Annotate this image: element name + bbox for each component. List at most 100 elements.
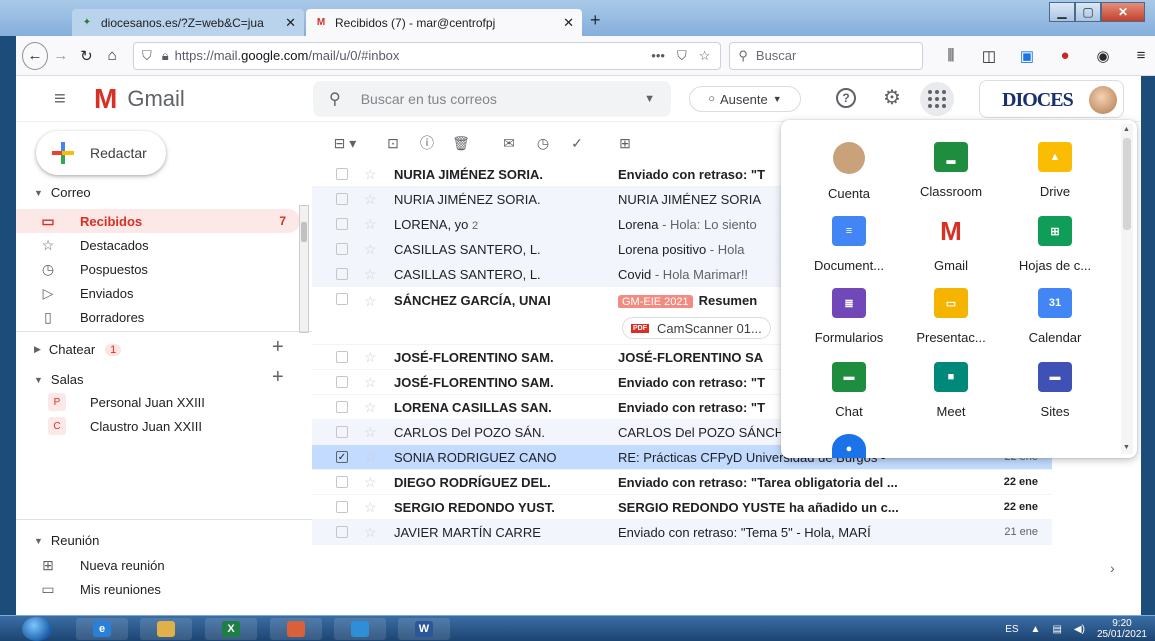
pocket-icon[interactable]: ⛉ [677,48,687,64]
search-options-icon[interactable]: ▼ [644,93,655,105]
attachment-chip[interactable]: PDF CamScanner 01... [622,317,771,339]
app-launcher-item[interactable]: ■ Meet [903,362,999,419]
email-label[interactable]: GM-EIE 2021 [618,295,693,308]
section-meet[interactable]: ▼ Reunión [34,533,99,548]
app-launcher-item[interactable]: ▬ Sites [1007,362,1103,419]
app-launcher-item[interactable]: ▭ Presentac... [903,288,999,345]
email-row[interactable]: ☆ SERGIO REDONDO YUST. SERGIO REDONDO YUS… [312,495,1052,520]
add-task-icon[interactable]: ✓ [560,135,594,152]
tab-gmail[interactable]: M Recibidos (7) - mar@centrofpj ✕ [306,9,582,36]
status-button[interactable]: ○ Ausente ▼ [689,86,801,112]
sidebar-scrollbar[interactable] [299,205,309,333]
explorer-icon[interactable] [140,618,192,640]
extension-icon[interactable]: ▣ [1013,42,1041,70]
new-meeting-item[interactable]: ⊞ Nueva reunión [16,553,300,577]
row-checkbox[interactable] [336,168,348,180]
close-tab-icon[interactable]: ✕ [279,15,296,31]
my-meetings-item[interactable]: ▭ Mis reuniones [16,577,300,601]
menu-icon[interactable]: ≡ [1127,42,1155,70]
star-icon[interactable]: ☆ [364,474,378,491]
report-spam-icon[interactable]: ⓘ [410,133,444,153]
tray-arrow-icon[interactable]: ▲ [1031,624,1041,635]
mail-search-input[interactable]: ⚲ Buscar en tus correos ▼ [313,81,671,117]
star-icon[interactable]: ☆ [364,449,378,466]
app-launcher-item[interactable]: ≣ Formularios [801,288,897,345]
app-launcher-item[interactable]: Cuenta [801,142,897,201]
app-launcher-item[interactable]: ▂ Classroom [903,142,999,199]
page-actions-icon[interactable]: ••• [651,48,665,64]
email-row[interactable]: ☆ DIEGO RODRÍGUEZ DEL. Enviado con retras… [312,470,1052,495]
section-chat[interactable]: ▶ Chatear 1 [34,342,122,357]
app-launcher-item[interactable]: ⊞ Hojas de c... [1007,216,1103,273]
library-icon[interactable]: ⫼ [937,42,965,70]
close-window-button[interactable]: ✕ [1101,2,1145,22]
popup-scrollbar[interactable]: ▲ ▼ [1121,124,1133,454]
star-icon[interactable]: ☆ [364,287,378,310]
google-apps-icon[interactable] [920,82,954,116]
sidebar-item-starred[interactable]: ☆ Destacados [16,233,300,257]
chevron-right-icon[interactable]: › [1110,560,1115,576]
sidebar-item-drafts[interactable]: ▯ Borradores [16,305,300,329]
row-checkbox[interactable] [336,243,348,255]
help-icon[interactable]: ? [836,88,856,108]
section-mail[interactable]: ▼ Correo [34,185,91,200]
search-icon[interactable]: ⚲ [329,89,341,109]
row-checkbox[interactable] [336,268,348,280]
row-checkbox[interactable] [336,218,348,230]
sidebar-item-inbox[interactable]: ▭ Recibidos 7 [16,209,300,233]
url-bar[interactable]: ⛉ 🔒︎ https://mail. google.com/mail/u/0/#i… [132,41,722,70]
compose-button[interactable]: Redactar [36,131,166,175]
back-button[interactable]: ← [22,41,48,70]
network-icon[interactable]: ▤ [1052,624,1061,635]
row-checkbox[interactable] [336,351,348,363]
sidebar-item-snoozed[interactable]: ◷ Pospuestos [16,257,300,281]
sidebar-toggle-icon[interactable]: ◫ [975,42,1003,70]
word-icon[interactable]: W [398,618,450,640]
move-to-icon[interactable]: ⊞ [608,135,642,152]
maximize-button[interactable]: ▢ [1075,2,1101,22]
section-rooms[interactable]: ▼ Salas [34,372,83,387]
star-icon[interactable]: ☆ [364,216,378,233]
room-item[interactable]: C Claustro Juan XXIII [16,414,300,438]
bookmark-star-icon[interactable]: ☆ [699,48,711,64]
account-icon[interactable]: ◉ [1089,42,1117,70]
app-launcher-item[interactable]: ▲ Drive [1007,142,1103,199]
sidebar-item-sent[interactable]: ▷ Enviados [16,281,300,305]
shield-icon[interactable]: ⛉ [142,48,152,64]
new-chat-button[interactable]: + [272,336,284,359]
room-item[interactable]: P Personal Juan XXIII [16,390,300,414]
language-indicator[interactable]: ES [1005,624,1018,635]
row-checkbox[interactable] [336,193,348,205]
row-checkbox[interactable] [336,376,348,388]
home-button[interactable]: ⌂ [99,42,125,70]
excel-icon[interactable]: X [205,618,257,640]
star-icon[interactable]: ☆ [364,374,378,391]
ie-icon[interactable]: e [76,618,128,640]
star-icon[interactable]: ☆ [364,399,378,416]
browser-search-field[interactable]: ⚲ Buscar [729,41,923,70]
star-icon[interactable]: ☆ [364,424,378,441]
star-icon[interactable]: ☆ [364,191,378,208]
star-icon[interactable]: ☆ [364,266,378,283]
tab-diocesanos[interactable]: ✦ diocesanos.es/?Z=web&C=jua ✕ [72,9,304,36]
app-launcher-item[interactable]: M Gmail [903,216,999,273]
account-switcher[interactable]: DIOCES [979,80,1124,118]
star-icon[interactable]: ☆ [364,241,378,258]
main-menu-icon[interactable]: ≡ [54,88,66,111]
new-room-button[interactable]: + [272,366,284,389]
app-launcher-item[interactable]: ● [801,434,897,458]
extension-badge-icon[interactable]: ● [1051,42,1079,70]
row-checkbox[interactable] [336,526,348,538]
snooze-icon[interactable]: ◷ [526,135,560,152]
mark-read-icon[interactable]: ✉ [492,135,526,152]
row-checkbox[interactable] [336,426,348,438]
star-icon[interactable]: ☆ [364,166,378,183]
lock-icon[interactable]: 🔒︎ [162,48,169,64]
reload-button[interactable]: ↻ [74,42,100,70]
star-icon[interactable]: ☆ [364,499,378,516]
archive-icon[interactable]: ⊡ [376,135,410,152]
row-checkbox[interactable] [336,476,348,488]
star-icon[interactable]: ☆ [364,349,378,366]
avatar[interactable] [1089,86,1117,114]
app-launcher-item[interactable]: ≡ Document... [801,216,897,273]
